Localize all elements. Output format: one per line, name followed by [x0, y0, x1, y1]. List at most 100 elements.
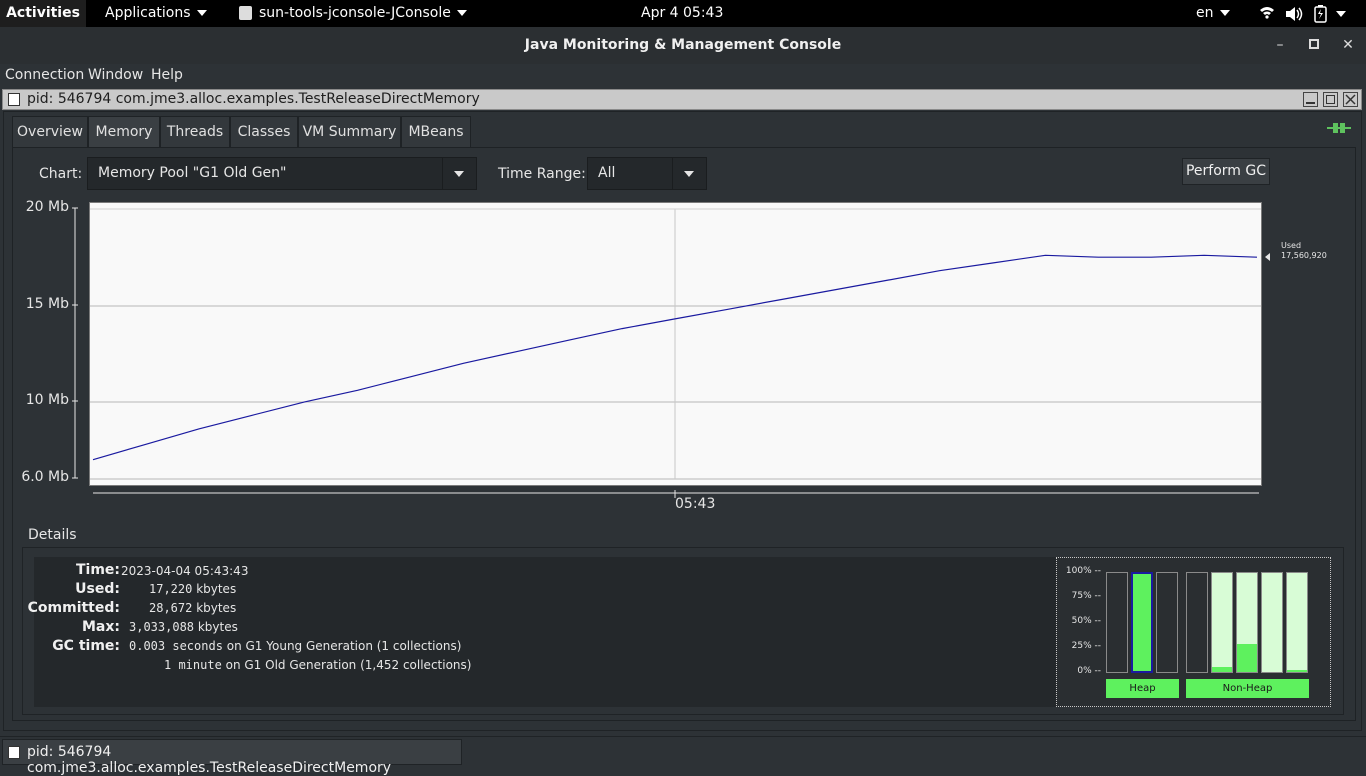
volume-icon	[1286, 7, 1303, 21]
tab-overview[interactable]: Overview	[12, 116, 88, 147]
menu-help[interactable]: Help	[151, 67, 183, 83]
memory-chart-svg	[90, 208, 1261, 480]
non-heap-bar[interactable]	[1261, 572, 1283, 673]
document-icon	[8, 93, 20, 106]
chevron-down-icon	[456, 10, 467, 16]
non-heap-bar-fill	[1237, 644, 1257, 672]
tab-classes[interactable]: Classes	[230, 116, 298, 147]
gc-time-key: GC time:	[52, 638, 120, 654]
battery-icon	[1314, 5, 1327, 23]
chevron-down-icon	[1219, 10, 1230, 16]
y-tick-label: 20 Mb	[25, 199, 69, 215]
chart-select-arrow[interactable]	[442, 158, 476, 189]
document-icon	[8, 746, 20, 759]
system-status-icons	[1260, 5, 1346, 23]
time-range-label: Time Range:	[498, 166, 586, 182]
close-icon	[1345, 94, 1356, 105]
non-heap-bar[interactable]	[1186, 572, 1208, 673]
internal-frame-title: pid: 546794 com.jme3.alloc.examples.Test…	[27, 91, 480, 107]
perform-gc-button[interactable]: Perform GC	[1182, 158, 1270, 185]
applications-menu[interactable]: Applications	[105, 0, 207, 27]
chart-select[interactable]: Memory Pool "G1 Old Gen"	[87, 157, 477, 190]
activities-button[interactable]: Activities	[0, 0, 86, 27]
maximize-button[interactable]	[1304, 35, 1324, 55]
heap-bar[interactable]	[1106, 572, 1128, 673]
heap-bar-label[interactable]: Heap	[1106, 679, 1179, 698]
gc-young-desc: on G1 Young Generation (1 collections)	[226, 639, 462, 653]
heap-bar[interactable]	[1156, 572, 1178, 673]
gc-old-value: 1 minute	[164, 658, 222, 672]
window-title: Java Monitoring & Management Console	[524, 37, 842, 53]
chevron-down-icon	[684, 171, 694, 177]
heap-bar-fill	[1133, 574, 1151, 671]
app-menu[interactable]: sun-tools-jconsole-JConsole	[239, 0, 467, 27]
used-key: Used:	[75, 581, 120, 597]
frame-close-button[interactable]	[1343, 92, 1358, 107]
taskbar-item-label: pid: 546794 com.jme3.alloc.examples.Test…	[27, 744, 392, 776]
close-button[interactable]: ✕	[1338, 35, 1358, 55]
memory-chart	[89, 202, 1262, 486]
connection-status-icon	[1327, 123, 1351, 133]
time-range-select[interactable]: All	[587, 157, 707, 190]
gc-old-row: 1 minute on G1 Old Generation (1,452 col…	[164, 658, 471, 672]
time-range-arrow[interactable]	[672, 158, 706, 189]
non-heap-bar[interactable]	[1211, 572, 1233, 673]
clock[interactable]: Apr 4 05:43	[641, 0, 723, 27]
y-tick-label: 10 Mb	[25, 392, 69, 408]
committed-value: 28,672	[149, 601, 193, 615]
y-tick-label: 6.0 Mb	[21, 469, 69, 485]
iconify-button[interactable]	[1303, 92, 1318, 107]
non-heap-bar-committed	[1212, 573, 1232, 672]
internal-frame-titlebar[interactable]: pid: 546794 com.jme3.alloc.examples.Test…	[2, 89, 1362, 110]
maximize-icon	[1326, 95, 1335, 104]
frame-maximize-button[interactable]	[1323, 92, 1338, 107]
used-marker-icon	[1265, 253, 1270, 261]
chart-select-value: Memory Pool "G1 Old Gen"	[98, 165, 287, 181]
tab-mbeans[interactable]: MBeans	[401, 116, 471, 147]
committed-unit: kbytes	[196, 601, 237, 615]
y-tick-label: 15 Mb	[25, 296, 69, 312]
tab-memory[interactable]: Memory	[88, 116, 160, 147]
max-value: 3,033,088	[129, 620, 195, 634]
used-unit: kbytes	[196, 582, 237, 596]
menu-bar: Connection Window Help	[0, 64, 1366, 88]
wifi-icon	[1260, 7, 1274, 19]
non-heap-bar-fill	[1287, 670, 1307, 672]
chevron-down-icon	[454, 171, 464, 177]
chevron-down-icon	[196, 10, 207, 16]
non-heap-bar-fill	[1212, 667, 1232, 672]
percent-label: 50% --	[1071, 616, 1101, 626]
used-value: 17,220	[149, 582, 193, 596]
non-heap-bar[interactable]	[1286, 572, 1308, 673]
taskbar-item[interactable]: pid: 546794 com.jme3.alloc.examples.Test…	[2, 739, 462, 776]
details-legend: Details	[27, 527, 78, 543]
tab-threads[interactable]: Threads	[160, 116, 230, 147]
window-titlebar: Java Monitoring & Management Console – ✕	[0, 27, 1366, 65]
chevron-down-icon	[1336, 11, 1346, 17]
language-label: en	[1196, 5, 1214, 21]
used-value-row: 17,220 kbytes	[149, 582, 236, 596]
y-axis	[72, 207, 78, 479]
time-range-value: All	[598, 165, 616, 181]
non-heap-bar-committed	[1262, 573, 1282, 672]
heap-bar[interactable]	[1131, 572, 1153, 673]
committed-value-row: 28,672 kbytes	[149, 601, 236, 615]
chart-label: Chart:	[39, 166, 83, 182]
minimize-button[interactable]: –	[1270, 35, 1290, 55]
committed-key: Committed:	[27, 600, 120, 616]
menu-window[interactable]: Window	[88, 67, 143, 83]
gc-young-value: 0.003 seconds	[129, 639, 223, 653]
applications-label: Applications	[105, 5, 191, 21]
non-heap-bar-committed	[1287, 573, 1307, 672]
x-tick-label: 05:43	[675, 496, 716, 512]
tab-vm-summary[interactable]: VM Summary	[298, 116, 401, 147]
used-series-value: 17,560,920	[1281, 251, 1327, 260]
menu-connection[interactable]: Connection	[5, 67, 84, 83]
non-heap-bar-label[interactable]: Non-Heap	[1186, 679, 1309, 698]
gc-old-desc: on G1 Old Generation (1,452 collections)	[225, 658, 472, 672]
non-heap-bar[interactable]	[1236, 572, 1258, 673]
percent-label: 100% --	[1065, 566, 1101, 576]
language-menu[interactable]: en	[1196, 0, 1230, 27]
system-menu[interactable]	[1258, 0, 1358, 27]
percent-label: 0% --	[1077, 666, 1101, 676]
